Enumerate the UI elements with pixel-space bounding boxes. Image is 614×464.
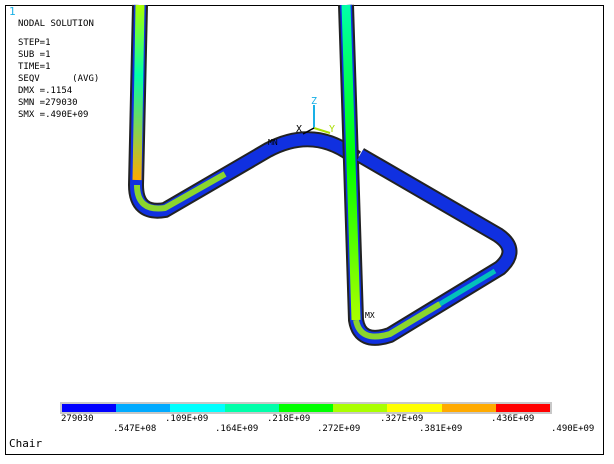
model-view: MN MX Z Y X (127, 4, 518, 346)
legend-label: .547E+08 (113, 424, 157, 434)
contour-legend (60, 402, 552, 414)
legend-color-band (278, 404, 334, 412)
legend-label: .327E+09 (380, 414, 424, 424)
left-tube (127, 4, 362, 219)
legend-color-band (495, 404, 550, 412)
legend-label: .218E+09 (267, 414, 311, 424)
model-title: Chair (9, 437, 43, 450)
legend-color-band (170, 404, 225, 412)
legend-color-band (116, 404, 171, 412)
legend-label: .109E+09 (165, 414, 209, 424)
max-marker: MX (365, 311, 375, 320)
legend-label: .164E+09 (215, 424, 259, 434)
x-label: X (296, 124, 302, 135)
y-label: Y (329, 124, 335, 135)
legend-label: .272E+09 (317, 424, 361, 434)
legend-label: .490E+09 (551, 424, 595, 434)
legend-color-band (441, 404, 496, 412)
legend-color-band (387, 404, 442, 412)
legend-color-band (224, 404, 279, 412)
legend-color-band (333, 404, 388, 412)
axis-triad: Z Y X (296, 96, 335, 135)
min-marker: MN (268, 138, 278, 147)
legend-color-band (62, 404, 117, 412)
legend-label: .436E+09 (491, 414, 535, 424)
right-tube (338, 4, 518, 346)
legend-label: 279030 (61, 414, 94, 424)
z-label: Z (311, 96, 317, 107)
legend-label: .381E+09 (419, 424, 463, 434)
